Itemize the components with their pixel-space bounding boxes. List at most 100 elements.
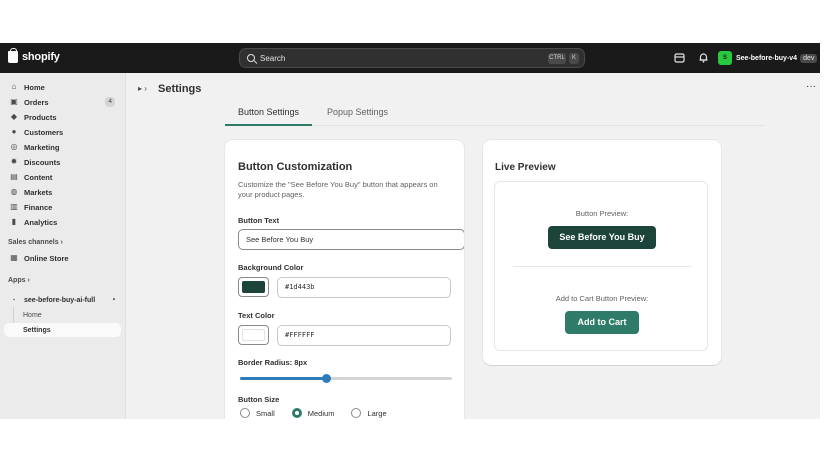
sidebar-item-analytics[interactable]: ▮ Analytics [4,215,121,229]
sidebar-item-home[interactable]: ⌂ Home [4,80,121,94]
live-preview-card: Live Preview Button Preview: See Before … [483,140,721,365]
sidebar: ⌂ Home ▣ Orders 4 ◆ Products ● Customers ◎ Ma… [0,73,126,419]
app-icon: ▪ [13,297,15,303]
globe-icon: ◍ [10,187,18,196]
home-icon: ⌂ [11,82,17,91]
sidebar-item-label: Products [24,112,57,122]
radio-small[interactable] [240,408,250,418]
bank-icon: ▥ [10,202,18,211]
sidebar-item-orders[interactable]: ▣ Orders 4 [4,95,121,109]
sidebar-item-customers[interactable]: ● Customers [4,125,121,139]
search-placeholder: Search [260,53,286,63]
card-description: Customize the "See Before You Buy" butto… [238,180,438,199]
bg-color-input[interactable]: #1d443b [277,277,451,298]
tab-popup-settings[interactable]: Popup Settings [314,102,401,126]
dev-badge: dev [800,53,818,63]
preview-heading: Live Preview [495,162,556,173]
chevron-right-icon: › [27,277,30,284]
sidebar-item-label: Discounts [24,157,61,167]
more-actions-icon[interactable]: ··· [806,81,816,92]
radio-large[interactable] [351,408,362,418]
slider-thumb[interactable] [322,374,332,383]
see-before-you-buy-preview-button[interactable]: See Before You Buy [548,226,656,249]
shopify-bag-icon [8,48,18,63]
text-color-input[interactable]: #FFFFFF [277,325,451,346]
sidebar-item-label: Online Store [24,253,69,263]
store-avatar: S [718,51,732,65]
button-text-input[interactable]: See Before You Buy [238,229,464,250]
button-size-options: Small Medium Large [240,408,404,418]
brand-name: shopify [22,51,60,63]
preview-divider [513,266,691,267]
text-color-label: Text Color [238,311,275,320]
tab-button-settings[interactable]: Button Settings [225,102,313,126]
content-icon: ▤ [10,172,18,181]
sidebar-item-products[interactable]: ◆ Products [4,110,121,124]
text-color-fill [242,329,265,341]
sidebar-item-app[interactable]: ▪ see-before-buy-ai-full • [4,293,121,307]
sidebar-item-discounts[interactable]: ✹ Discounts [4,155,121,169]
sidebar-item-label: Finance [24,202,53,212]
radio-label: Medium [307,408,335,418]
shopify-logo[interactable]: shopify [8,48,60,63]
button-size-label: Button Size [238,395,280,404]
sidebar-item-marketing[interactable]: ◎ Marketing [4,140,121,154]
shortcut-ctrl: CTRL [548,53,566,64]
sidebar-item-label: see-before-buy-ai-full [24,296,96,304]
sidebar-item-label: Marketing [24,142,60,152]
apps-heading[interactable]: Apps › [8,277,30,284]
orders-icon: ▣ [10,97,18,106]
sales-channels-label: Sales channels [8,239,59,246]
sidebar-item-label: Customers [24,127,64,137]
orders-count-badge: 4 [105,97,115,107]
sidebar-item-finance[interactable]: ▥ Finance [4,200,121,214]
text-color-swatch[interactable] [238,325,269,345]
add-to-cart-preview-button[interactable]: Add to Cart [565,311,639,334]
radio-medium[interactable] [291,408,302,418]
settings-tabs: Button Settings Popup Settings [225,102,765,126]
cart-preview-label: Add to Cart Button Preview: [555,294,649,303]
sidebar-item-label: Home [24,82,45,92]
store-menu-button[interactable]: S See-before-buy-v4 dev [718,49,818,67]
sidebar-toggle-icon[interactable]: ▸ › [138,84,147,93]
size-option-medium[interactable]: Medium [291,408,335,418]
sidebar-item-label: Content [24,172,53,182]
person-icon: ● [11,127,17,136]
sidebar-item-online-store[interactable]: ▦ Online Store [4,251,121,265]
page-title: Settings [158,83,202,95]
size-option-small[interactable]: Small [240,408,275,418]
search-input[interactable]: Search CTRL K [239,48,585,68]
sales-channels-heading[interactable]: Sales channels › [8,239,63,246]
preview-box: Button Preview: See Before You Buy Add t… [494,181,708,351]
apps-label: Apps [8,277,26,284]
bell-icon[interactable] [697,52,709,64]
card-heading: Button Customization [238,161,353,173]
shortcut-k: K [569,53,579,64]
store-icon[interactable] [673,52,685,64]
storefront-icon: ▦ [10,253,18,262]
sidebar-subitem-settings[interactable]: Settings [4,323,121,337]
sidebar-subitem-home[interactable]: Home [4,308,121,322]
button-customization-card: Button Customization Customize the "See … [225,140,464,419]
sidebar-item-markets[interactable]: ◍ Markets [4,185,121,199]
sidebar-item-label: Orders [24,97,49,107]
bg-color-swatch[interactable] [238,277,269,297]
button-preview-label: Button Preview: [575,209,629,218]
store-name: See-before-buy-v4 [736,54,798,62]
sidebar-item-label: Analytics [24,217,58,227]
bg-color-label: Background Color [238,263,304,272]
app-status-dot: • [112,297,115,303]
sidebar-item-content[interactable]: ▤ Content [4,170,121,184]
sidebar-item-label: Markets [24,187,53,197]
bg-color-fill [242,281,265,293]
search-icon [247,54,255,62]
chevron-right-icon: › [60,239,63,246]
slider-fill [240,377,327,380]
button-text-label: Button Text [238,216,280,225]
radio-label: Small [256,408,275,418]
size-option-large[interactable]: Large [351,408,387,418]
target-icon: ◎ [10,142,18,151]
tag-icon: ◆ [10,112,18,121]
admin-frame: shopify Search CTRL K S See-before-buy-v… [0,43,820,419]
border-radius-slider[interactable] [240,374,452,383]
